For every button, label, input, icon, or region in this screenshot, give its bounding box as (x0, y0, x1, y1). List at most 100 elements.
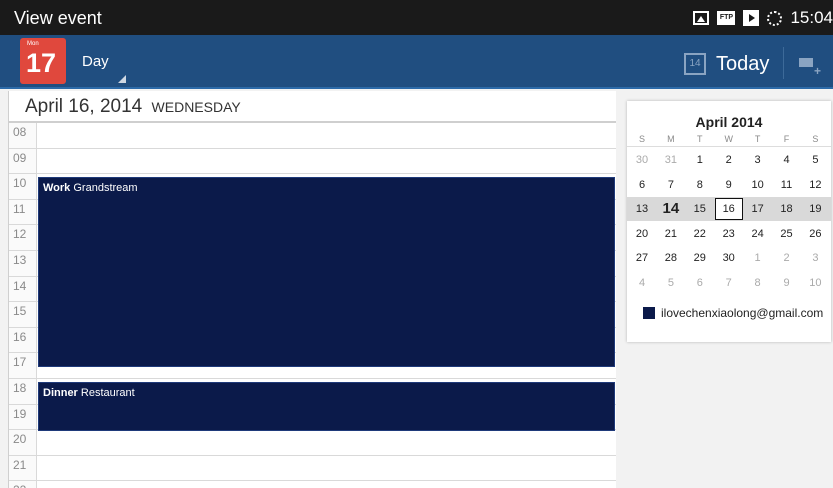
store-icon (743, 10, 760, 26)
mini-calendar-day[interactable]: 16 (773, 295, 801, 301)
calendar-account-item[interactable]: ilovechenxiaolong@gmail.com (643, 306, 823, 320)
view-selector[interactable]: Day (82, 53, 126, 83)
hour-label: 19 (9, 404, 37, 430)
event-block[interactable]: Dinner Restaurant (38, 382, 615, 432)
hour-row[interactable]: 20 (9, 430, 616, 456)
mini-calendar-day[interactable]: 28 (657, 246, 685, 270)
hour-row[interactable]: 21 (9, 455, 616, 482)
mini-calendar-day[interactable]: 2 (773, 246, 801, 270)
mini-calendar-day[interactable]: 3 (801, 246, 829, 270)
mini-calendar-day[interactable]: 9 (715, 173, 743, 197)
mini-calendar-day[interactable]: 7 (715, 271, 743, 295)
mini-calendar-day[interactable]: 17 (744, 197, 772, 221)
event-location: Restaurant (77, 387, 135, 399)
hour-label: 21 (9, 455, 37, 481)
mini-calendar-day[interactable]: 1 (744, 246, 772, 270)
mini-calendar-day[interactable]: 5 (801, 148, 829, 172)
dropdown-triangle-icon (118, 75, 126, 83)
hour-label: 11 (9, 199, 37, 225)
weekday-header: F (783, 134, 790, 144)
hour-label: 09 (9, 148, 37, 174)
mini-calendar-week: 30 31 1 2 3 4 5 (627, 148, 831, 172)
mini-calendar-day[interactable]: 9 (773, 271, 801, 295)
hour-label: 18 (9, 378, 37, 404)
weekday-header: S (638, 134, 645, 144)
hour-label: 12 (9, 225, 37, 250)
mini-calendar-day[interactable]: 10 (801, 271, 829, 295)
mini-calendar-week: 20 21 22 23 24 25 26 (627, 222, 831, 246)
mini-calendar-day[interactable]: 11 (628, 295, 656, 301)
mini-calendar-day[interactable]: 18 (773, 197, 801, 221)
weekday-header: W (724, 134, 733, 144)
event-block[interactable]: Work Grandstream (38, 177, 615, 368)
new-event-icon[interactable] (799, 55, 821, 78)
day-view: April 16, 2014 WEDNESDAY 08 09 10 11 12 13 14 1… (8, 91, 616, 488)
mini-calendar-day[interactable]: 25 (773, 222, 801, 246)
hour-label: 22 (9, 481, 37, 488)
mini-calendar-day[interactable]: 14 (715, 295, 743, 301)
today-label: Today (716, 52, 770, 75)
today-icon: 14 (684, 53, 706, 75)
status-icons: FTP 15:04 (693, 8, 833, 28)
mini-calendar-day[interactable]: 13 (628, 197, 656, 221)
mini-calendar-day[interactable]: 8 (686, 173, 714, 197)
today-button[interactable]: 14 Today (684, 49, 769, 79)
mini-calendar-day[interactable]: 19 (801, 197, 829, 221)
mini-calendar-day[interactable]: 23 (715, 222, 743, 246)
image-icon (693, 11, 710, 25)
mini-calendar-day[interactable]: 30 (628, 148, 656, 172)
mini-calendar-week: 6 7 8 9 10 11 12 (627, 173, 831, 197)
mini-calendar-day[interactable]: 10 (744, 173, 772, 197)
ftp-icon: FTP (717, 11, 736, 25)
calendar-badge-icon[interactable]: Mon 17 (20, 38, 66, 84)
hour-label: 20 (9, 430, 37, 455)
mini-calendar-day[interactable]: 12 (801, 173, 829, 197)
mini-calendar-day[interactable]: 6 (686, 271, 714, 295)
mini-calendar-day[interactable]: 3 (744, 148, 772, 172)
mini-calendar-day[interactable]: 30 (715, 246, 743, 270)
mini-calendar-day[interactable]: 1 (686, 148, 714, 172)
sync-icon (767, 10, 783, 26)
mini-calendar-day[interactable]: 11 (773, 173, 801, 197)
hour-row[interactable]: 22 (9, 481, 616, 488)
mini-calendar-week: 11121314151617 (627, 295, 831, 301)
mini-calendar-day[interactable]: 15 (744, 295, 772, 301)
status-bar: View event FTP 15:04 (0, 0, 833, 35)
hour-row[interactable]: 08 (9, 123, 616, 149)
mini-calendar-day[interactable]: 16 (714, 198, 743, 220)
mini-calendar-week: 4 5 6 7 8 9 10 (627, 271, 831, 295)
badge-day: 17 (26, 48, 57, 78)
hour-label: 14 (9, 276, 37, 302)
badge-month: Mon (27, 41, 39, 47)
mini-calendar-day[interactable]: 2 (715, 148, 743, 172)
mini-calendar-day[interactable]: 29 (686, 246, 714, 270)
mini-calendar-day[interactable]: 27 (628, 246, 656, 270)
mini-calendar-week: 27 28 29 30 1 2 3 (627, 246, 831, 270)
mini-calendar-day[interactable]: 20 (628, 222, 656, 246)
hour-label: 15 (9, 302, 37, 327)
weekday-header: M (667, 134, 675, 144)
mini-calendar-day[interactable]: 7 (657, 173, 685, 197)
mini-calendar-day[interactable]: 17 (801, 295, 829, 301)
day-header: April 16, 2014 WEDNESDAY (9, 91, 616, 123)
mini-calendar-day[interactable]: 22 (686, 222, 714, 246)
mini-calendar-day[interactable]: 12 (657, 295, 685, 301)
hour-label: 10 (9, 174, 37, 199)
mini-calendar-day[interactable]: 4 (773, 148, 801, 172)
mini-calendar-day[interactable]: 31 (657, 148, 685, 172)
mini-calendar-day[interactable]: 4 (628, 271, 656, 295)
mini-calendar-day[interactable]: 13 (686, 295, 714, 301)
mini-calendar-day[interactable]: 24 (744, 222, 772, 246)
mini-calendar-day[interactable]: 26 (801, 222, 829, 246)
weekday-header: T (697, 134, 703, 144)
mini-calendar-day[interactable]: 8 (744, 271, 772, 295)
mini-calendar-day[interactable]: 14 (657, 197, 685, 221)
mini-calendar-day[interactable]: 6 (628, 173, 656, 197)
mini-calendar-day[interactable]: 21 (657, 222, 685, 246)
mini-calendar-day[interactable]: 15 (686, 197, 714, 221)
hour-row[interactable]: 09 (9, 148, 616, 175)
event-title: Work (43, 182, 71, 195)
clock: 15:04 (790, 8, 833, 27)
hour-label: 08 (9, 123, 37, 148)
mini-calendar-day[interactable]: 5 (657, 271, 685, 295)
